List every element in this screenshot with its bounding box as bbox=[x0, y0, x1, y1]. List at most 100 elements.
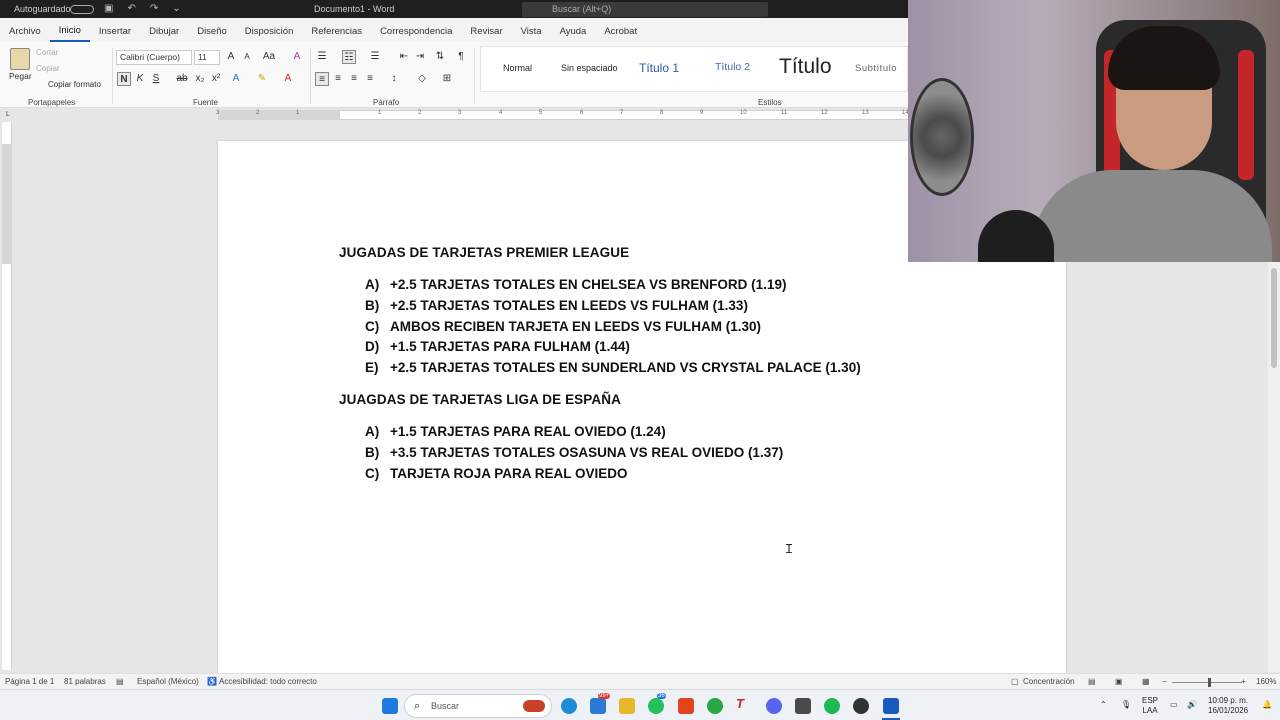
proofing-icon[interactable]: ▤ bbox=[116, 677, 124, 686]
accessibility-status[interactable]: Accesibilidad: todo correcto bbox=[219, 677, 317, 686]
numbering-icon[interactable]: ☷ bbox=[342, 50, 356, 64]
language-indicator[interactable]: ESP LAA bbox=[1142, 696, 1158, 716]
font-size-field[interactable]: 11 bbox=[194, 50, 220, 65]
tab-8[interactable]: Revisar bbox=[461, 18, 511, 42]
increase-indent-icon[interactable]: ⇥ bbox=[413, 50, 427, 64]
cut-button[interactable]: Cortar bbox=[36, 48, 58, 57]
clear-format-icon[interactable]: A bbox=[290, 50, 304, 64]
obs-icon[interactable] bbox=[853, 698, 869, 714]
line-spacing-icon[interactable]: ↕ bbox=[387, 72, 401, 86]
style-title[interactable]: Título bbox=[779, 55, 832, 79]
tab-9[interactable]: Vista bbox=[512, 18, 551, 42]
tab-2[interactable]: Insertar bbox=[90, 18, 140, 42]
file-explorer-icon[interactable] bbox=[619, 698, 635, 714]
zoom-in-icon[interactable]: + bbox=[1241, 677, 1246, 686]
print-layout-icon[interactable]: ▣ bbox=[1115, 677, 1123, 686]
notifications-icon[interactable]: 🔔 bbox=[1262, 700, 1272, 710]
align-left-icon[interactable]: ≡ bbox=[315, 72, 329, 86]
change-case-icon[interactable]: Aa bbox=[262, 50, 276, 64]
italic-button[interactable]: K bbox=[133, 72, 147, 86]
word-count[interactable]: 81 palabras bbox=[64, 677, 106, 686]
style-normal[interactable]: Normal bbox=[503, 63, 532, 73]
vertical-ruler[interactable] bbox=[2, 122, 12, 670]
language-status[interactable]: Español (México) bbox=[137, 677, 199, 686]
discord-icon[interactable] bbox=[766, 698, 782, 714]
style-no-spacing[interactable]: Sin espaciado bbox=[561, 63, 618, 73]
calculator-icon[interactable] bbox=[795, 698, 811, 714]
title-search-box[interactable]: Buscar (Alt+Q) bbox=[522, 2, 768, 17]
edge-icon[interactable] bbox=[561, 698, 577, 714]
chevron-up-icon[interactable]: ⌃ bbox=[1100, 700, 1107, 710]
strikethrough-button[interactable]: ab bbox=[175, 72, 189, 86]
bold-button[interactable]: N bbox=[117, 72, 131, 86]
decrease-indent-icon[interactable]: ⇤ bbox=[397, 50, 411, 64]
shading-icon[interactable]: ◇ bbox=[415, 72, 429, 86]
word-icon[interactable] bbox=[883, 698, 899, 714]
sort-icon[interactable]: ⇅ bbox=[433, 50, 447, 64]
undo-icon[interactable]: ↶ bbox=[127, 3, 135, 14]
superscript-button[interactable]: x² bbox=[209, 72, 223, 86]
chrome-icon[interactable] bbox=[707, 698, 723, 714]
font-name-field[interactable]: Calibri (Cuerpo) bbox=[116, 50, 192, 65]
read-mode-icon[interactable]: ▤ bbox=[1088, 677, 1096, 686]
focus-button[interactable]: Concentración bbox=[1023, 677, 1075, 686]
save-icon[interactable]: ▣ bbox=[104, 3, 113, 14]
align-center-icon[interactable]: ≡ bbox=[331, 72, 345, 86]
copy-button[interactable]: Copiar bbox=[36, 64, 60, 73]
microphone-icon[interactable]: 🎙 bbox=[1121, 700, 1131, 710]
clock[interactable]: 10:09 p. m. 16/01/2026 bbox=[1208, 696, 1248, 716]
taskbar-search[interactable]: ⌕ Buscar bbox=[404, 694, 552, 718]
tab-7[interactable]: Correspondencia bbox=[371, 18, 461, 42]
justify-icon[interactable]: ≡ bbox=[363, 72, 377, 86]
whatsapp-icon[interactable] bbox=[648, 698, 664, 714]
app-icon[interactable] bbox=[590, 698, 606, 714]
subscript-button[interactable]: x₂ bbox=[193, 72, 207, 86]
scrollbar-thumb[interactable] bbox=[1271, 268, 1277, 368]
start-icon[interactable] bbox=[382, 698, 398, 714]
multilevel-list-icon[interactable]: ☰ bbox=[368, 50, 382, 64]
web-layout-icon[interactable]: ▦ bbox=[1142, 677, 1150, 686]
grow-font-icon[interactable]: A bbox=[224, 50, 238, 64]
style-heading1[interactable]: Título 1 bbox=[639, 61, 679, 75]
zoom-slider[interactable] bbox=[1172, 682, 1242, 683]
network-icon[interactable]: ▭ bbox=[1170, 700, 1178, 710]
ruler-tick: 13 bbox=[862, 110, 869, 116]
borders-icon[interactable]: ⊞ bbox=[440, 72, 454, 86]
tab-4[interactable]: Diseño bbox=[188, 18, 236, 42]
text-effects-icon[interactable]: A bbox=[229, 72, 243, 86]
style-subtitle[interactable]: Subtítulo bbox=[855, 63, 897, 74]
tab-selector-icon[interactable]: L bbox=[6, 111, 10, 118]
tab-6[interactable]: Referencias bbox=[302, 18, 371, 42]
zoom-out-icon[interactable]: − bbox=[1162, 677, 1167, 686]
shrink-font-icon[interactable]: A bbox=[240, 50, 254, 64]
tab-0[interactable]: Archivo bbox=[0, 18, 50, 42]
spotify-icon[interactable] bbox=[824, 698, 840, 714]
font-color-icon[interactable]: A bbox=[281, 72, 295, 86]
zoom-level[interactable]: 160% bbox=[1256, 677, 1276, 686]
tab-1[interactable]: Inicio bbox=[49, 18, 90, 42]
show-marks-icon[interactable]: ¶ bbox=[454, 50, 468, 64]
brave-icon[interactable] bbox=[678, 698, 694, 714]
list-item: C) AMBOS RECIBEN TARJETA EN LEEDS VS FULH… bbox=[365, 319, 761, 334]
redo-icon[interactable]: ↷ bbox=[150, 3, 158, 14]
tab-10[interactable]: Ayuda bbox=[551, 18, 596, 42]
zoom-slider-thumb[interactable] bbox=[1208, 678, 1211, 687]
tab-3[interactable]: Dibujar bbox=[140, 18, 188, 42]
page-count[interactable]: Página 1 de 1 bbox=[5, 677, 54, 686]
underline-button[interactable]: S bbox=[149, 72, 163, 86]
align-right-icon[interactable]: ≡ bbox=[347, 72, 361, 86]
paste-icon[interactable] bbox=[10, 48, 30, 70]
tab-5[interactable]: Disposición bbox=[236, 18, 303, 42]
tab-11[interactable]: Acrobat bbox=[595, 18, 646, 42]
webcam-overlay bbox=[908, 0, 1280, 262]
volume-icon[interactable]: 🔊 bbox=[1187, 700, 1197, 710]
autosave-toggle[interactable] bbox=[70, 5, 94, 14]
style-heading2[interactable]: Título 2 bbox=[715, 61, 750, 73]
highlight-icon[interactable]: ✎ bbox=[255, 72, 269, 86]
bullets-icon[interactable]: ☰ bbox=[315, 50, 329, 64]
format-painter-button[interactable]: Copiar formato bbox=[48, 80, 101, 89]
text-app-icon[interactable]: T bbox=[736, 696, 752, 712]
customize-icon[interactable]: ⌄ bbox=[172, 3, 180, 14]
vertical-scrollbar[interactable] bbox=[1268, 262, 1280, 672]
paste-button[interactable]: Pegar bbox=[9, 71, 32, 81]
